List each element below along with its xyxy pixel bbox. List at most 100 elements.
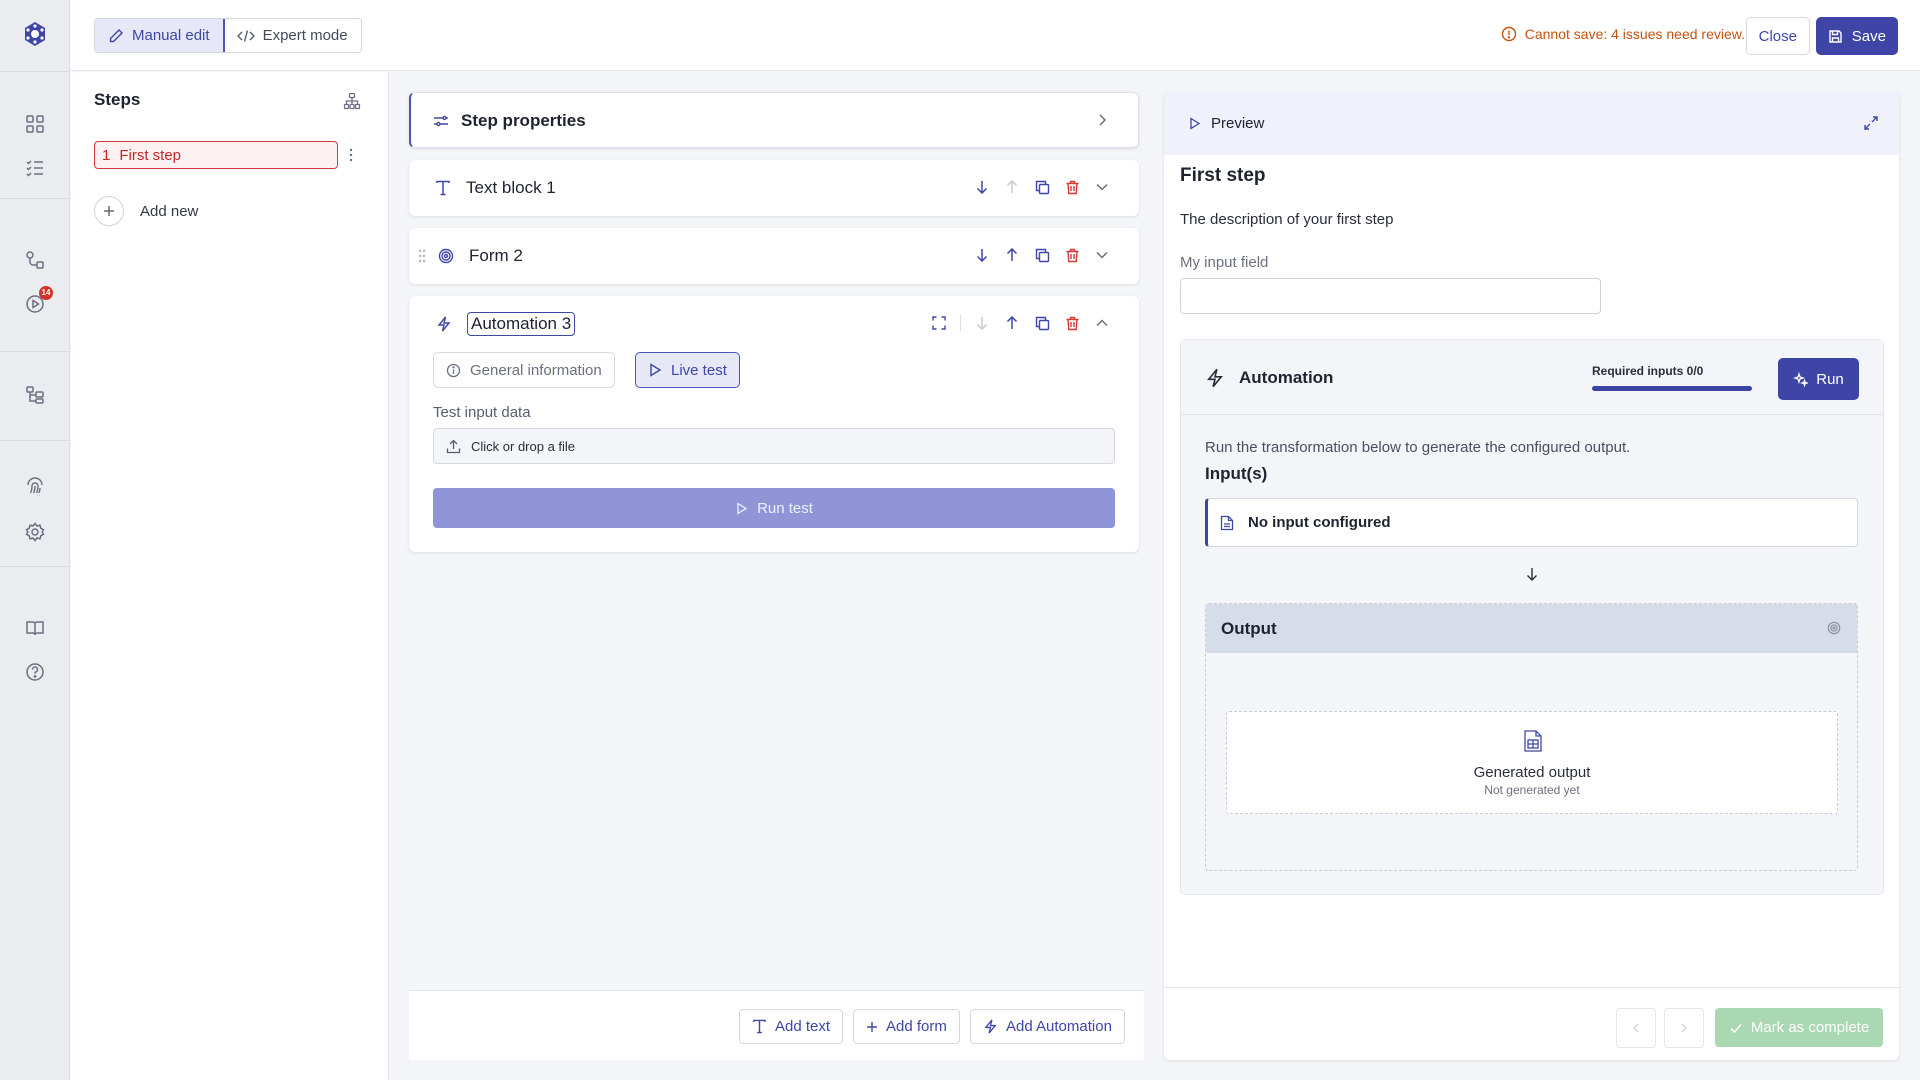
add-form-button[interactable]: Add form [853,1009,960,1044]
chevron-left-icon [1633,1023,1639,1033]
play-icon [737,501,748,515]
tab-general-information[interactable]: General information [433,352,615,388]
plus-icon [94,196,124,226]
chevron-up-icon[interactable] [1093,314,1111,332]
upload-icon [446,439,461,453]
kebab-menu-icon[interactable] [348,146,354,164]
step-properties-card[interactable]: Step properties [409,92,1139,148]
runs-badge: 14 [39,286,53,300]
add-step-button[interactable]: Add new [94,196,198,226]
preview-description: The description of your first step [1180,211,1394,228]
generated-output-status: Not generated yet [1484,783,1580,797]
chevron-right-icon[interactable] [1094,112,1110,128]
save-label: Save [1851,27,1886,45]
duplicate-icon[interactable] [1033,178,1051,196]
step-item-first[interactable]: 1 First step [94,141,338,169]
generated-output-title: Generated output [1473,764,1591,781]
hierarchy-icon[interactable] [21,381,49,409]
divider [960,315,961,331]
checklist-icon[interactable] [21,154,49,182]
steps-panel: Steps 1 First step Add new [71,72,389,1080]
duplicate-icon[interactable] [1033,246,1051,264]
file-drop-zone[interactable]: Click or drop a file [433,428,1115,464]
automation-title-input[interactable]: Automation 3 [467,312,576,336]
sliders-icon [434,115,448,127]
form-block-title: Form 2 [469,246,523,265]
save-button[interactable]: Save [1815,17,1898,55]
tab-live-test[interactable]: Live test [635,352,740,388]
run-label: Run [1816,370,1844,388]
progress-fill [1592,386,1752,391]
settings-icon[interactable] [21,518,49,546]
save-warning: Cannot save: 4 issues need review. [1501,26,1745,42]
book-icon[interactable] [21,614,49,642]
target-icon [438,248,454,264]
mark-complete-button[interactable]: Mark as complete [1715,1008,1883,1047]
run-test-button[interactable]: Run test [433,488,1115,528]
form-block-card[interactable]: Form 2 [409,228,1139,284]
logo-icon[interactable] [21,20,49,48]
automation-title: Automation [1239,368,1334,387]
tab-live-label: Live test [671,361,727,379]
chevron-down-icon[interactable] [1093,246,1111,264]
test-input-label: Test input data [433,404,531,421]
move-up-icon[interactable] [1003,246,1021,264]
add-automation-button[interactable]: Add Automation [970,1009,1125,1044]
document-icon [1220,515,1234,530]
move-down-icon[interactable] [973,178,991,196]
run-test-label: Run test [757,499,813,517]
expand-icon[interactable] [1863,115,1879,131]
text-block-card[interactable]: Text block 1 [409,160,1139,216]
my-input-field[interactable] [1180,278,1601,314]
tab-general-label: General information [470,361,602,379]
duplicate-icon[interactable] [1033,314,1051,332]
run-button[interactable]: Run [1778,358,1859,400]
automation-description: Run the transformation below to generate… [1205,439,1631,456]
sitemap-icon[interactable] [343,92,361,110]
move-down-icon[interactable] [973,246,991,264]
chevron-down-icon[interactable] [1093,178,1111,196]
text-type-icon [436,180,450,196]
play-icon [650,363,662,377]
plus-icon [867,1021,877,1032]
lightning-icon [437,316,451,332]
fingerprint-icon[interactable] [21,472,49,500]
next-step-button[interactable] [1664,1008,1704,1048]
close-button[interactable]: Close [1745,17,1810,55]
output-label: Output [1221,618,1277,638]
workflow-icon[interactable] [21,246,49,274]
top-bar: Manual edit Expert mode Cannot save: 4 i… [71,0,1920,71]
output-section: Output Generated output Not generated ye… [1205,603,1858,871]
step-properties-title: Step properties [461,111,586,130]
add-text-label: Add text [775,1018,831,1035]
mark-complete-label: Mark as complete [1750,1019,1870,1036]
check-icon [1730,1023,1742,1033]
manual-edit-label: Manual edit [132,27,210,44]
dashboard-icon[interactable] [21,110,49,138]
table-document-icon [1523,729,1543,753]
fullscreen-icon[interactable] [930,314,948,332]
runs-icon[interactable]: 14 [21,286,53,318]
expert-mode-button[interactable]: Expert mode [224,19,361,52]
pencil-icon [109,28,123,42]
delete-icon[interactable] [1063,314,1081,332]
lightning-icon [984,1019,997,1034]
text-type-icon [753,1019,766,1034]
target-icon [1827,621,1841,635]
mode-switch: Manual edit Expert mode [94,18,362,53]
move-up-icon [1003,178,1021,196]
sparkles-icon [1793,371,1809,387]
no-input-label: No input configured [1248,514,1391,531]
delete-icon[interactable] [1063,246,1081,264]
preview-step-title: First step [1180,165,1266,186]
required-inputs-progress [1592,386,1752,391]
move-up-icon[interactable] [1003,314,1021,332]
add-form-label: Add form [886,1018,947,1035]
preview-header: Preview [1164,91,1899,155]
arrow-down-icon [1525,567,1539,581]
manual-edit-button[interactable]: Manual edit [94,19,225,52]
previous-step-button[interactable] [1616,1008,1656,1048]
add-text-button[interactable]: Add text [739,1009,844,1044]
delete-icon[interactable] [1063,178,1081,196]
help-icon[interactable] [21,658,49,686]
